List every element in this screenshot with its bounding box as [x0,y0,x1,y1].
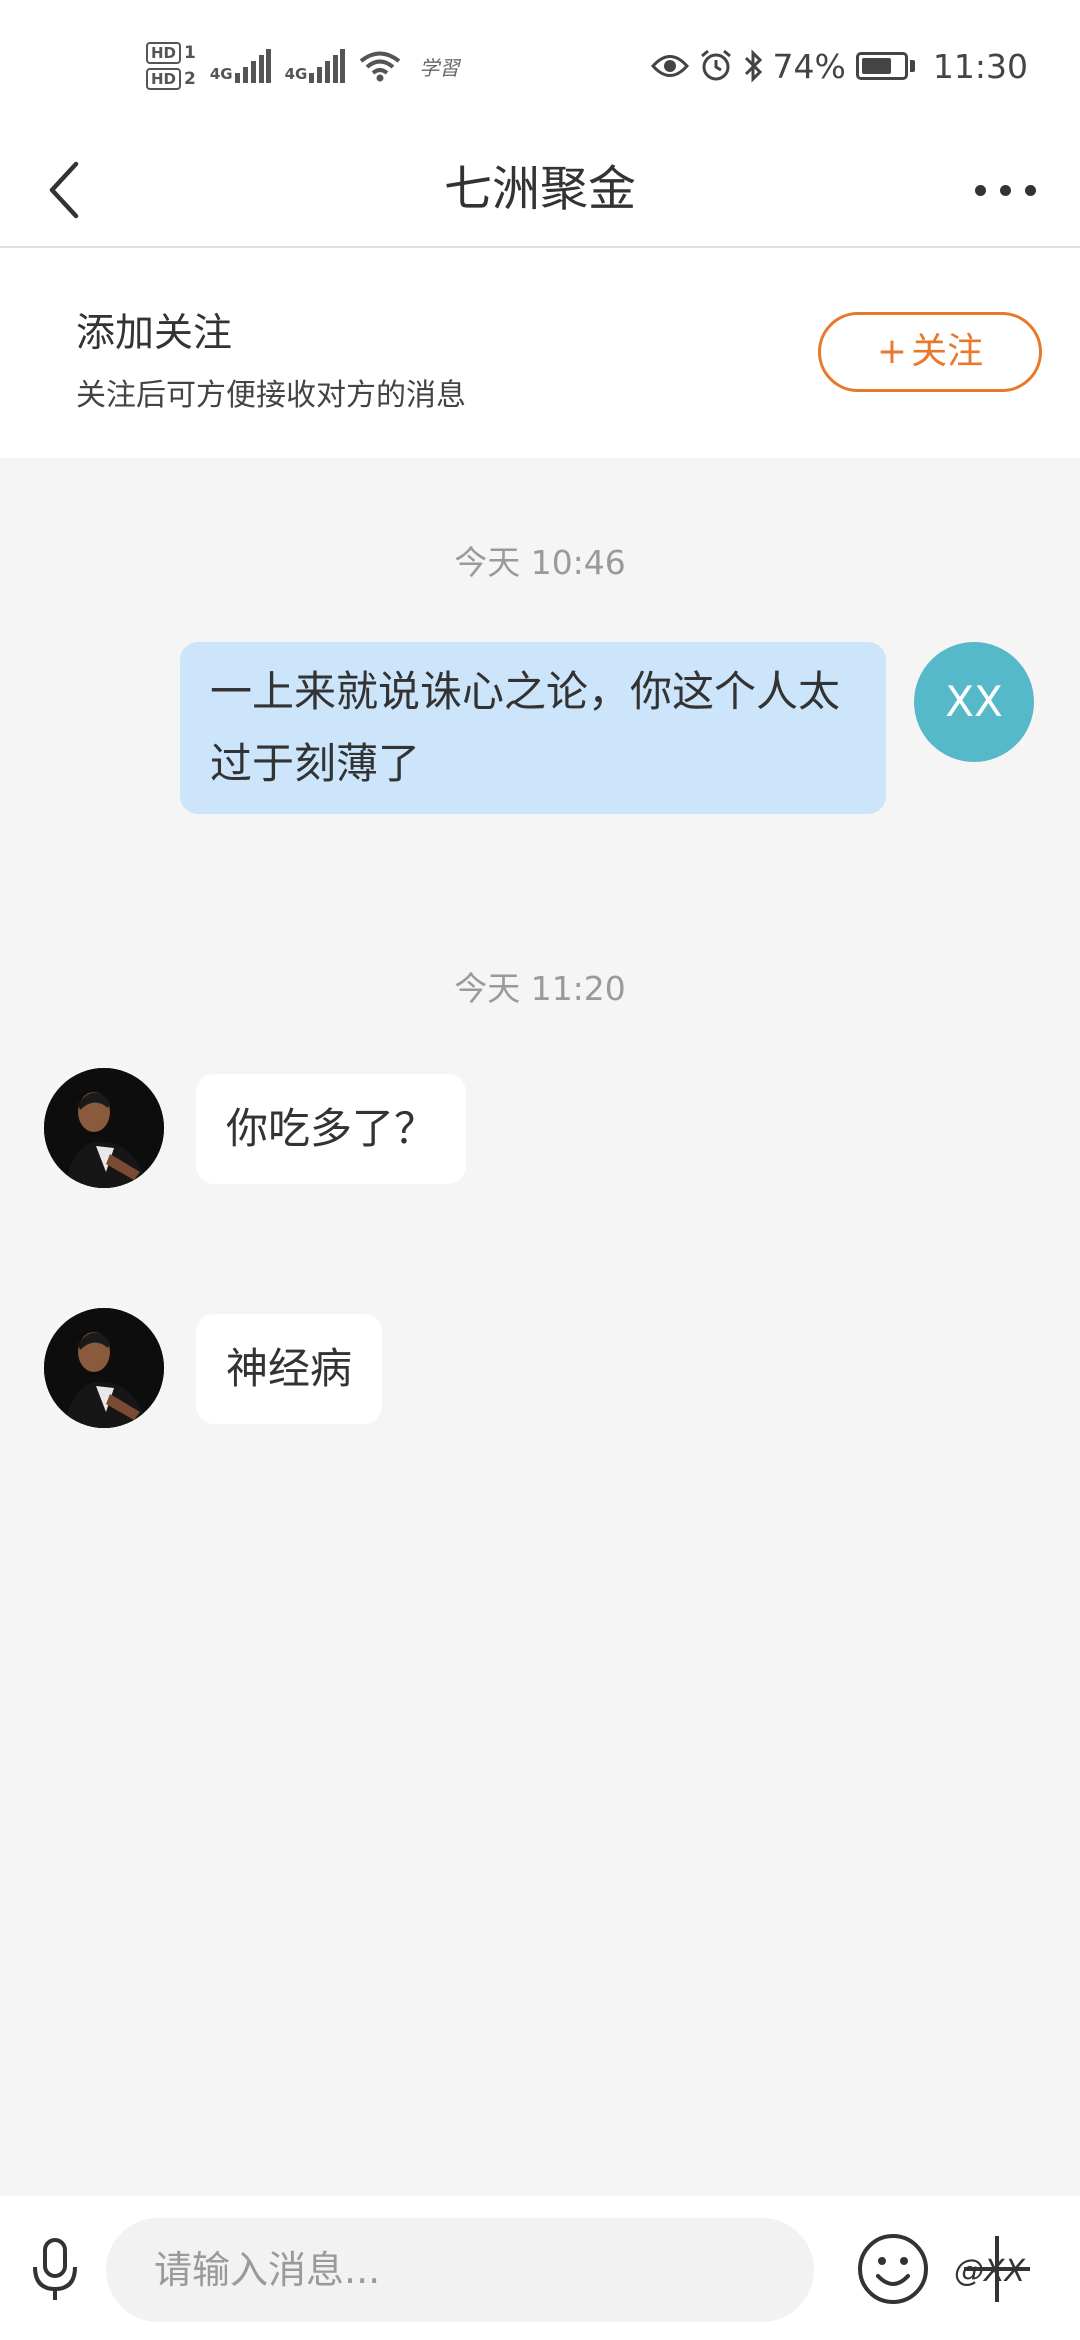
more-icon [974,184,1036,196]
status-left: HD 1 HD 2 4G 4G 学習 [146,36,459,96]
hd-indicators: HD 1 HD 2 [146,42,196,90]
follow-title: 添加关注 [76,311,233,356]
battery-percent: 74% [772,46,846,86]
hd1-sub: 1 [184,43,196,63]
incoming-message[interactable]: 神经病 [196,1314,383,1424]
emoji-button[interactable] [856,2232,930,2306]
status-bar: HD 1 HD 2 4G 4G 学習 74% 11:30 [0,0,1080,132]
network-type-2: 4G [284,65,308,83]
watermark: @XX [954,2254,1026,2289]
signal-1: 4G [210,49,271,83]
hd2-label: HD [146,68,182,90]
status-time: 11:30 [932,46,1028,86]
message-input[interactable] [106,2218,814,2322]
input-bar [0,2196,1080,2340]
contact-avatar[interactable] [44,1068,164,1188]
wifi-icon [360,51,401,82]
hd2-sub: 2 [184,69,196,89]
eye-icon [650,55,689,77]
signal-bars-icon [309,49,346,83]
follow-card: 添加关注 关注后可方便接收对方的消息 + 关注 [0,248,1080,458]
plus-icon: + [876,331,908,372]
page-title: 七洲聚金 [443,161,636,217]
bluetooth-icon [744,49,762,83]
hd1-indicator: HD 1 [146,42,196,64]
follow-subtitle: 关注后可方便接收对方的消息 [76,378,466,413]
smiley-icon [858,2234,928,2304]
timestamp: 今天 10:46 [454,543,626,582]
contact-photo-icon [44,1308,164,1428]
network-type-1: 4G [209,65,233,83]
voice-button[interactable] [20,2230,90,2310]
alarm-icon [700,49,731,81]
my-avatar[interactable]: XX [914,642,1034,762]
chevron-left-icon [49,161,79,219]
signal-bars-icon [234,49,271,83]
status-extra-label: 学習 [419,55,460,80]
battery-icon [855,52,915,80]
contact-avatar[interactable] [44,1308,164,1428]
hd2-indicator: HD 2 [146,68,196,90]
timestamp: 今天 11:20 [454,969,626,1008]
back-button[interactable] [28,154,100,226]
incoming-message[interactable]: 你吃多了？ [196,1074,467,1184]
follow-button[interactable]: + 关注 [818,312,1042,392]
contact-photo-icon [44,1068,164,1188]
microphone-icon [33,2238,77,2300]
signal-2: 4G [285,49,346,83]
more-button[interactable] [960,154,1050,226]
nav-bar: 七洲聚金 [0,132,1080,248]
hd1-label: HD [146,42,182,64]
status-right: 74% 11:30 [650,40,1028,92]
outgoing-message[interactable]: 一上来就说诛心之论，你这个人太过于刻薄了 [180,642,886,814]
follow-button-label: 关注 [911,331,984,372]
chat-screen: HD 1 HD 2 4G 4G 学習 74% 11:30 七洲聚金 添加关注 关… [0,0,1080,2340]
